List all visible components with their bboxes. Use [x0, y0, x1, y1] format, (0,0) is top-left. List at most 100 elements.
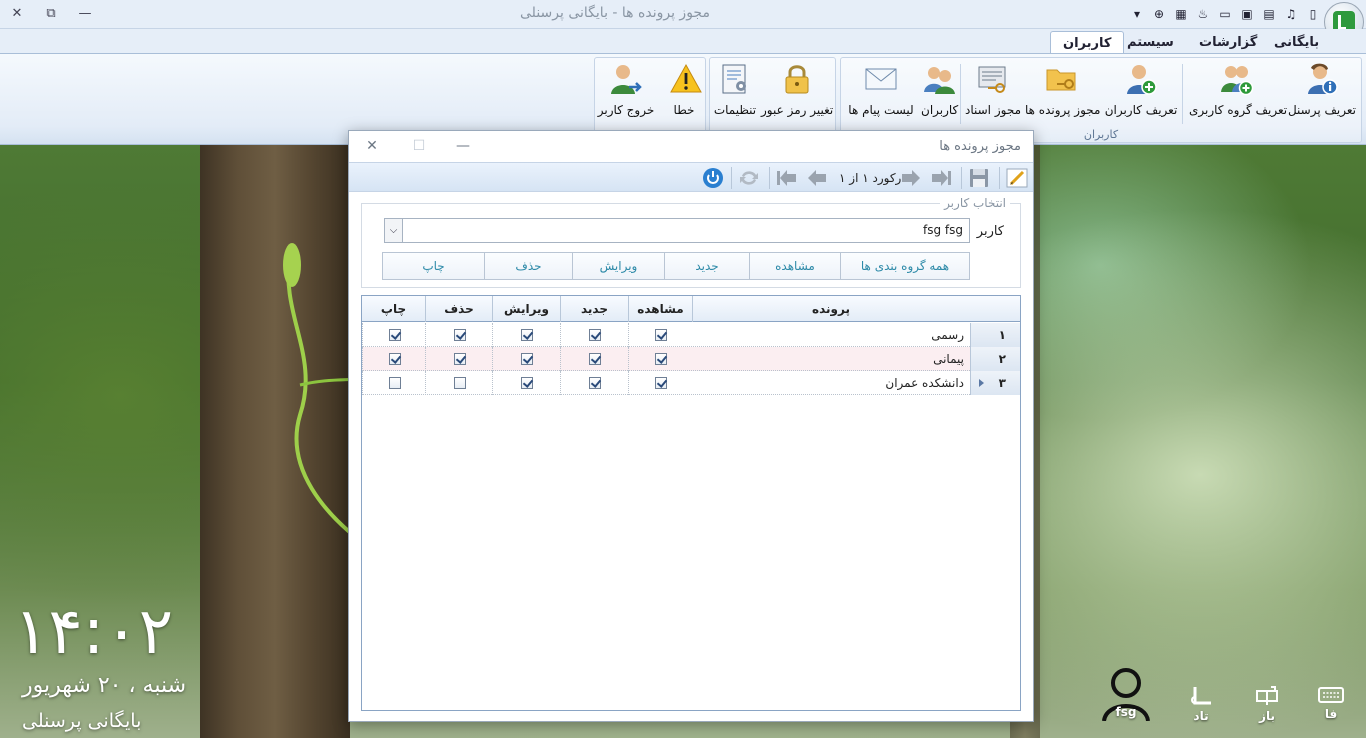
- qat-calculator-icon[interactable]: ▦: [1172, 5, 1190, 23]
- row-indicator[interactable]: ۲: [970, 347, 1020, 371]
- define-users-button[interactable]: تعریف کاربران: [1103, 62, 1179, 124]
- previous-record-icon[interactable]: [805, 167, 829, 189]
- define-user-group-button[interactable]: تعریف گروه کاربری: [1189, 62, 1287, 124]
- change-password-label: تغییر رمز عبور: [761, 103, 834, 117]
- edit-checkbox[interactable]: [521, 329, 533, 341]
- dialog-minimize-button[interactable]: —: [453, 137, 473, 155]
- table-row[interactable]: ۱ رسمی: [362, 323, 1020, 347]
- document-permissions-button[interactable]: مجوز اسناد: [965, 62, 1021, 124]
- tab-users[interactable]: کاربران: [1050, 31, 1125, 54]
- column-print[interactable]: چاپ: [362, 296, 425, 322]
- window-title: مجوز پرونده ها - بایگانی پرسنلی: [520, 5, 710, 21]
- edit-cell: [492, 347, 560, 371]
- dialog-toolbar: رکورد ۱ از ۱: [349, 162, 1033, 192]
- tab-archive[interactable]: بایگانی: [1262, 31, 1331, 54]
- row-indicator[interactable]: ۳: [970, 371, 1020, 395]
- file-permissions-label: مجوز پرونده ها: [1025, 103, 1101, 117]
- last-record-icon[interactable]: [929, 167, 953, 189]
- new-checkbox[interactable]: [589, 353, 601, 365]
- filter-view-button[interactable]: مشاهده: [749, 252, 841, 280]
- delete-checkbox[interactable]: [453, 353, 466, 365]
- file-name-cell[interactable]: رسمی: [692, 323, 970, 347]
- qat-upload-icon[interactable]: ⊕: [1150, 5, 1168, 23]
- edit-icon[interactable]: [1005, 167, 1029, 189]
- table-row[interactable]: ۲ پیمانی: [362, 347, 1020, 371]
- first-record-icon[interactable]: [775, 167, 799, 189]
- save-icon[interactable]: [967, 167, 991, 189]
- qat-bell-icon[interactable]: ♫: [1282, 5, 1300, 23]
- view-checkbox[interactable]: [655, 353, 667, 365]
- chevron-down-icon[interactable]: ⌵: [385, 219, 403, 242]
- print-cell: [362, 371, 425, 395]
- dock-user[interactable]: fsg: [1098, 665, 1154, 735]
- file-permissions-button[interactable]: مجوز پرونده ها: [1025, 62, 1101, 124]
- new-checkbox[interactable]: [589, 329, 601, 341]
- filter-edit-button[interactable]: ویرایش: [572, 252, 665, 280]
- column-file[interactable]: پرونده: [692, 296, 969, 322]
- view-cell: [628, 371, 692, 395]
- table-row[interactable]: ۳ دانشکده عمران: [362, 371, 1020, 395]
- qat-contact-icon[interactable]: ▣: [1238, 5, 1256, 23]
- dock-taad[interactable]: تاد: [1184, 685, 1218, 738]
- define-personnel-button[interactable]: تعریف پرسنل: [1287, 62, 1357, 124]
- refresh-icon[interactable]: [737, 167, 761, 189]
- file-permissions-dialog: ✕ ☐ — مجوز پرونده ها رکورد ۱ از ۱ انتخاب…: [348, 130, 1034, 722]
- delete-checkbox[interactable]: [453, 377, 466, 389]
- column-view[interactable]: مشاهده: [628, 296, 692, 322]
- print-checkbox[interactable]: [388, 353, 401, 365]
- users-icon: [924, 67, 955, 94]
- settings-label: تنظیمات: [713, 103, 757, 117]
- filter-new-button[interactable]: جدید: [664, 252, 750, 280]
- toolbar-separator: [769, 167, 770, 189]
- print-checkbox[interactable]: [388, 377, 401, 389]
- file-name-cell[interactable]: پیمانی: [692, 347, 970, 371]
- lock-icon: [785, 65, 809, 94]
- desktop-clock: ۱۴:۰۲: [14, 595, 174, 669]
- qat-device-icon[interactable]: ▯: [1304, 5, 1322, 23]
- messages-list-button[interactable]: لیست پیام ها: [845, 62, 917, 124]
- all-groups-button[interactable]: همه گروه بندی ها: [840, 252, 970, 280]
- change-password-button[interactable]: تغییر رمز عبور: [761, 62, 833, 124]
- settings-button[interactable]: تنظیمات: [711, 62, 759, 124]
- filter-print-button[interactable]: چاپ: [382, 252, 485, 280]
- qat-customize-icon[interactable]: ▾: [1128, 5, 1146, 23]
- qat-alarm-icon[interactable]: ♨: [1194, 5, 1212, 23]
- permission-filter-buttons: همه گروه بندی ها مشاهده جدید ویرایش حذف …: [382, 252, 970, 280]
- view-checkbox[interactable]: [655, 329, 667, 341]
- mail-icon: [865, 68, 897, 90]
- delete-checkbox[interactable]: [453, 329, 466, 341]
- row-number: ۱: [998, 328, 1006, 342]
- user-exit-button[interactable]: خروج کاربر: [597, 62, 655, 124]
- users-button[interactable]: کاربران: [921, 62, 958, 124]
- user-info-icon: [1308, 63, 1338, 95]
- dock-keyboard[interactable]: فا: [1314, 685, 1348, 738]
- column-edit[interactable]: ویرایش: [492, 296, 560, 322]
- keyboard-icon: [1318, 687, 1344, 703]
- file-name-cell[interactable]: دانشکده عمران: [692, 371, 970, 395]
- new-cell: [560, 347, 628, 371]
- view-checkbox[interactable]: [655, 377, 667, 389]
- user-select[interactable]: fsg fsg ⌵: [384, 218, 970, 243]
- new-checkbox[interactable]: [589, 377, 601, 389]
- error-button[interactable]: خطا: [669, 62, 702, 124]
- edit-cell: [492, 371, 560, 395]
- qat-notes-icon[interactable]: ▤: [1260, 5, 1278, 23]
- print-checkbox[interactable]: [388, 329, 401, 341]
- edit-checkbox[interactable]: [521, 377, 533, 389]
- permissions-grid: پرونده مشاهده جدید ویرایش حذف چاپ ۱ رسمی ۲…: [361, 295, 1021, 711]
- tab-system[interactable]: سیستم: [1115, 31, 1186, 54]
- next-record-icon[interactable]: [899, 167, 923, 189]
- qat-book-icon[interactable]: ▭: [1216, 5, 1234, 23]
- edit-checkbox[interactable]: [521, 353, 533, 365]
- dock-mailbox[interactable]: باز: [1250, 685, 1284, 738]
- filter-delete-button[interactable]: حذف: [484, 252, 573, 280]
- row-indicator[interactable]: ۱: [970, 323, 1020, 347]
- column-delete[interactable]: حذف: [425, 296, 492, 322]
- tab-reports[interactable]: گزارشات: [1187, 31, 1269, 54]
- power-refresh-icon[interactable]: [701, 167, 725, 189]
- dialog-close-button[interactable]: ✕: [362, 137, 382, 155]
- column-new[interactable]: جدید: [560, 296, 628, 322]
- new-cell: [560, 371, 628, 395]
- dialog-maximize-button[interactable]: ☐: [409, 137, 429, 155]
- delete-cell: [425, 347, 492, 371]
